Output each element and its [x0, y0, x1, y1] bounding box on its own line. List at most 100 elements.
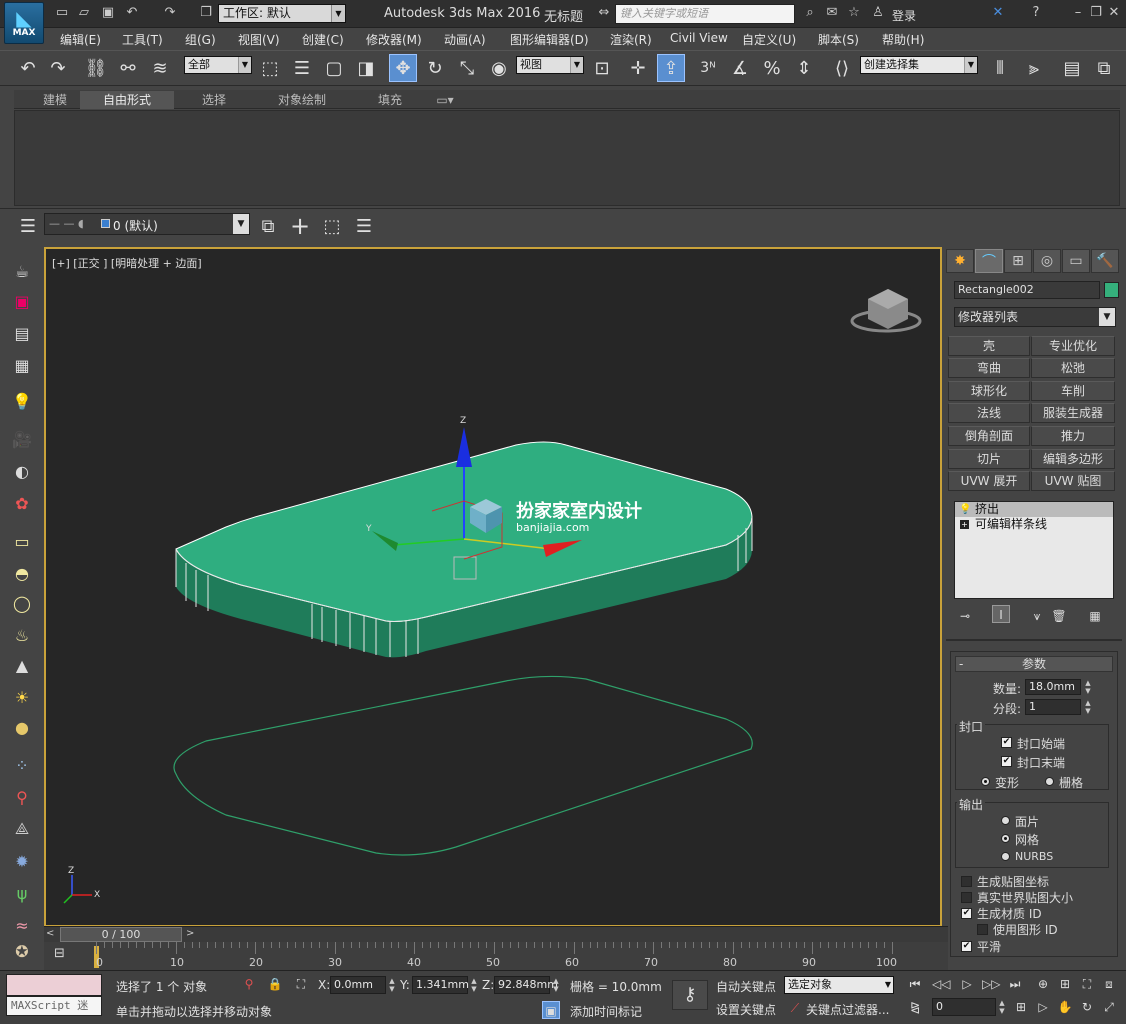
align-icon[interactable]: ⫸ [1020, 54, 1048, 82]
frame-spinner-arrows[interactable]: ▲ ▼ [997, 999, 1007, 1015]
stack-item-extrude[interactable]: 💡 挤出 [955, 502, 1113, 517]
set-key-icon[interactable]: ⚷ [672, 980, 708, 1010]
ribbon-tab-freeform[interactable]: 自由形式 [80, 91, 174, 109]
configure-modifier-sets-icon[interactable]: ▦ [1086, 607, 1104, 625]
gen-mapping-checkbox[interactable] [961, 876, 972, 887]
save-file-icon[interactable]: ▣ [100, 5, 116, 21]
zoom-icon[interactable]: ⊕ [1034, 975, 1052, 993]
display-tab-icon[interactable]: ▭ [1062, 249, 1090, 273]
manipulate-icon[interactable]: ✛ [624, 54, 652, 82]
new-file-icon[interactable]: ▭ [54, 5, 70, 21]
light-icon[interactable]: 💡 [9, 388, 35, 414]
app-menu-button[interactable]: ◣ MAX [4, 2, 44, 44]
real-world-checkbox[interactable] [961, 892, 972, 903]
expand-icon[interactable]: ⇔ [596, 5, 612, 21]
isolate-selection-icon[interactable]: ⚲ [240, 975, 258, 993]
menu-scripting[interactable]: 脚本(S) [818, 31, 859, 48]
menu-help[interactable]: 帮助(H) [882, 31, 924, 48]
key-mode-dropdown[interactable]: 选定对象 ▼ [784, 976, 894, 994]
pin-icon[interactable]: ⚲ [9, 784, 35, 810]
x-coordinate-field[interactable]: 0.0mm [330, 976, 386, 994]
selection-filter-dropdown[interactable]: 全部 ▼ [184, 56, 252, 74]
use-shape-id-checkbox[interactable] [977, 924, 988, 935]
modifier-button-lathe[interactable]: 车削 [1031, 381, 1115, 401]
layer-dropdown[interactable]: — — ◖ 0 (默认) ▼ [44, 213, 250, 235]
link-icon[interactable]: ⛓ [82, 54, 110, 82]
gear-icon[interactable]: ✹ [9, 848, 35, 874]
field-of-view-icon[interactable]: ▷ [1034, 998, 1052, 1016]
modifier-button-bend[interactable]: 弯曲 [948, 358, 1030, 378]
ribbon-tab-object-paint[interactable]: 对象绘制 [254, 91, 350, 109]
window-crossing-icon[interactable]: ◨ [352, 54, 380, 82]
exchange-apps-icon[interactable]: ✕ [990, 5, 1006, 21]
grass-icon[interactable]: ψ [9, 880, 35, 906]
project-folder-icon[interactable]: ❐ [198, 5, 214, 21]
hemisphere-icon[interactable]: ◓ [9, 560, 35, 586]
time-configuration-icon[interactable]: ⊞ [1012, 998, 1030, 1016]
cap-start-checkbox[interactable]: ✔ [1001, 737, 1012, 748]
stack-item-editable-spline[interactable]: + 可编辑样条线 [955, 517, 1113, 532]
modify-tab-icon[interactable]: ⌒ [975, 249, 1003, 273]
percent-snap-icon[interactable]: % [758, 54, 786, 82]
z-spinner-arrows[interactable]: ▲ ▼ [551, 977, 561, 993]
pyramid-icon[interactable]: ⟁ [9, 816, 35, 842]
pan-hand-icon[interactable]: ✋ [1056, 998, 1074, 1016]
sun-icon[interactable]: ☀ [9, 684, 35, 710]
object-name-field[interactable]: Rectangle002 [954, 281, 1100, 299]
maximize-viewport-icon[interactable]: ⤢ [1100, 998, 1118, 1016]
particle-icon[interactable]: ✿ [9, 490, 35, 516]
rectangle-spline[interactable] [173, 675, 753, 856]
modifier-button-slice[interactable]: 切片 [948, 449, 1030, 469]
binoculars-icon[interactable]: ⌕ [802, 5, 818, 21]
select-objects-in-layer-icon[interactable]: ⬚ [318, 212, 346, 240]
close-icon[interactable]: ✕ [1106, 5, 1122, 21]
select-move-icon[interactable]: ✥ [389, 54, 417, 82]
material-editor-icon[interactable]: ▦ [9, 352, 35, 378]
menu-create[interactable]: 创建(C) [302, 31, 344, 48]
user-icon[interactable]: ♙ [870, 5, 886, 21]
teapot-icon[interactable]: ☕ [9, 258, 35, 284]
ribbon-tab-populate[interactable]: 填充 [358, 91, 422, 109]
segments-spinner-arrows[interactable]: ▲ ▼ [1083, 699, 1093, 715]
communication-icon[interactable]: ✉ [824, 5, 840, 21]
menu-modifiers[interactable]: 修改器(M) [366, 31, 422, 48]
amount-spinner[interactable]: 18.0mm [1025, 679, 1081, 695]
add-time-tag-button[interactable]: 添加时间标记 [570, 1003, 642, 1020]
modifier-button-unwrap-uvw[interactable]: UVW 展开 [948, 471, 1030, 491]
modifier-button-spherify[interactable]: 球形化 [948, 381, 1030, 401]
y-coordinate-field[interactable]: 1.341mm [412, 976, 469, 994]
motion-tab-icon[interactable]: ◎ [1033, 249, 1061, 273]
login-link[interactable]: 登录 [892, 7, 916, 24]
object-color-swatch[interactable] [1104, 282, 1119, 298]
restore-icon[interactable]: ❐ [1088, 5, 1104, 21]
reference-coordinate-dropdown[interactable]: 视图 ▼ [516, 56, 584, 74]
track-bar[interactable]: ⊟ 0 10 20 30 40 50 60 70 80 90 100 [44, 942, 948, 972]
open-file-icon[interactable]: ▱ [76, 5, 92, 21]
smooth-checkbox[interactable]: ✔ [961, 941, 972, 952]
modifier-button-bevel-profile[interactable]: 倒角剖面 [948, 426, 1030, 446]
cap-end-checkbox[interactable]: ✔ [1001, 756, 1012, 767]
patch-radio[interactable] [1001, 816, 1010, 825]
camera-icon[interactable]: 🎥 [9, 426, 35, 452]
placement-icon[interactable]: ◉ [485, 54, 513, 82]
pin-stack-icon[interactable]: ⊸ [956, 607, 974, 625]
amount-spinner-arrows[interactable]: ▲ ▼ [1083, 679, 1093, 695]
workspace-dropdown[interactable]: 工作区: 默认 ▼ [218, 4, 346, 23]
modifier-button-relax[interactable]: 松弛 [1031, 358, 1115, 378]
globe-icon[interactable]: ✪ [9, 938, 35, 964]
pivot-center-icon[interactable]: ⊡ [588, 54, 616, 82]
show-end-result-icon[interactable]: Ⅰ [992, 605, 1010, 623]
parameters-rollout-header[interactable]: - 参数 [955, 656, 1113, 672]
modifier-button-prooptimizer[interactable]: 专业优化 [1031, 336, 1115, 356]
x-spinner-arrows[interactable]: ▲ ▼ [387, 977, 397, 993]
select-rotate-icon[interactable]: ↻ [421, 54, 449, 82]
modifier-button-push[interactable]: 推力 [1031, 426, 1115, 446]
menu-animation[interactable]: 动画(A) [444, 31, 486, 48]
keyboard-shortcut-override-icon[interactable]: ⇪ [657, 54, 685, 82]
previous-frame-icon[interactable]: ◁◁ [932, 975, 950, 993]
select-scale-icon[interactable]: ⤡ [453, 54, 481, 82]
go-to-end-icon[interactable]: ⏭ [1006, 975, 1024, 993]
favorites-star-icon[interactable]: ☆ [846, 5, 862, 21]
gen-mat-id-checkbox[interactable]: ✔ [961, 908, 972, 919]
ribbon-tab-modeling[interactable]: 建模 [30, 91, 80, 109]
